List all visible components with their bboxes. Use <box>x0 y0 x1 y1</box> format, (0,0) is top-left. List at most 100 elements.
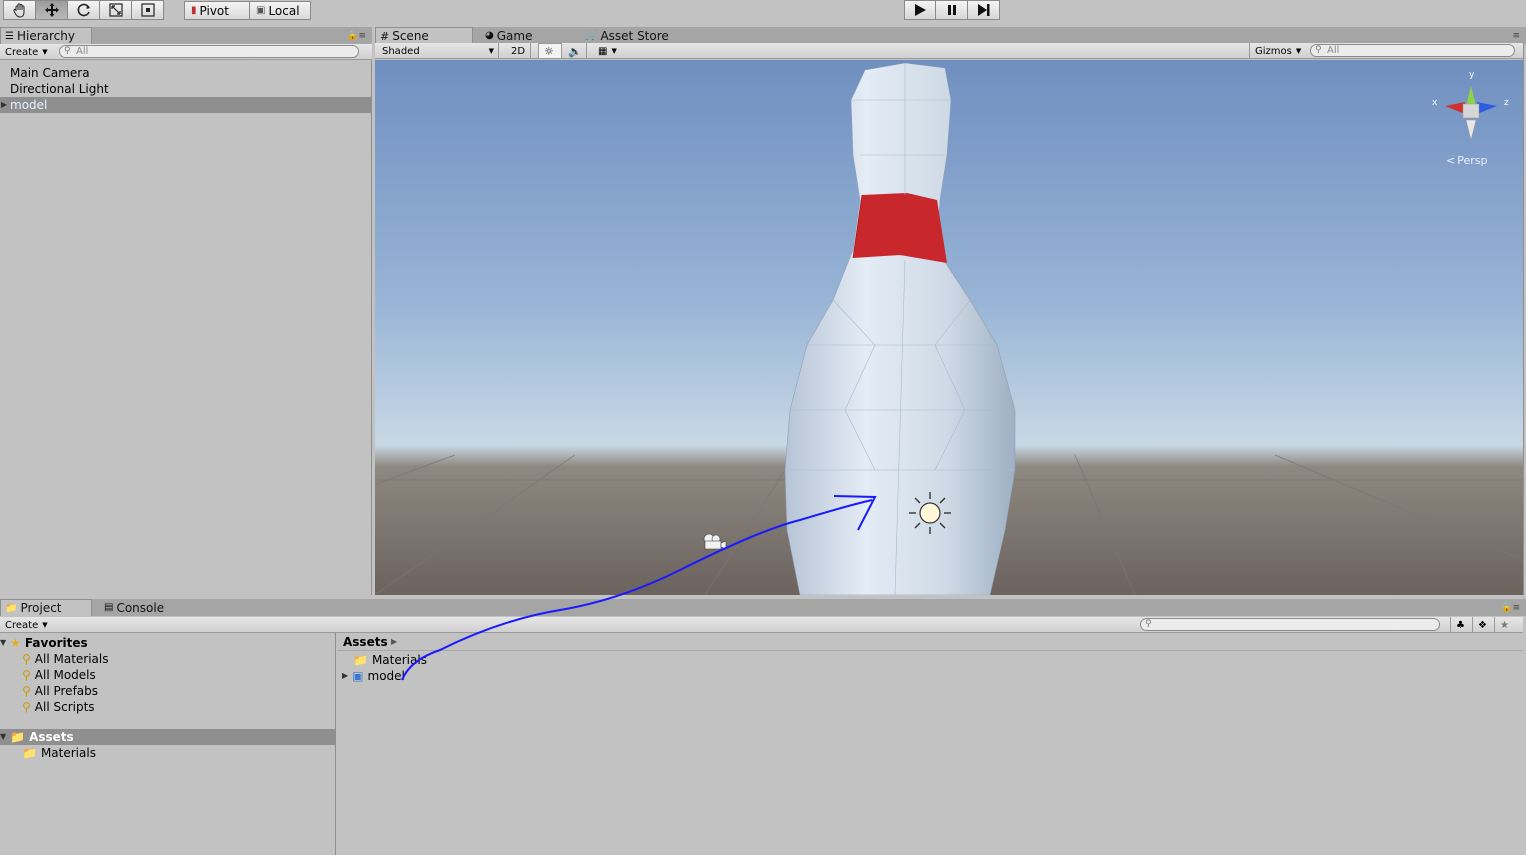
rotate-icon <box>77 3 90 17</box>
collapse-arrow-icon[interactable]: ▼ <box>0 729 6 745</box>
asset-item-materials[interactable]: 📁 Materials <box>353 652 427 668</box>
gizmos-dropdown[interactable]: Gizmos ▼ <box>1249 43 1303 59</box>
favorites-header[interactable]: ▼ ★ Favorites <box>0 635 88 651</box>
favorite-label: All Models <box>34 668 96 682</box>
expand-arrow-icon[interactable]: ▶ <box>1 97 7 113</box>
scene-viewport[interactable]: y x z < Persp <box>375 60 1523 595</box>
rect-tool-button[interactable] <box>131 0 164 20</box>
scene-right-border <box>1523 43 1524 595</box>
project-tabbar: 📁 Project ▤ Console 🔒≡ <box>0 599 1526 616</box>
project-create-dropdown[interactable]: Create ▼ <box>0 617 52 633</box>
hierarchy-search-placeholder: All <box>76 46 89 57</box>
tab-scene[interactable]: # Scene <box>375 27 473 44</box>
console-icon: ▤ <box>104 602 114 613</box>
effects-dropdown[interactable]: ▦ ▼ <box>593 43 625 59</box>
scene-subbar: Shaded ▼ 2D ☼ 🔈 ▦ ▼ Gizmos ▼ ⚲ All <box>375 43 1523 59</box>
breadcrumb-arrow-icon: ▶ <box>391 637 398 646</box>
hierarchy-item-main-camera[interactable]: Main Camera <box>0 65 371 81</box>
favorite-all-prefabs[interactable]: ⚲ All Prefabs <box>22 683 98 699</box>
filter-by-label-button[interactable]: ❖ <box>1472 617 1494 633</box>
pivot-label: Pivot <box>199 3 229 18</box>
hierarchy-search-input[interactable]: ⚲ All <box>59 45 359 58</box>
dropdown-arrow-icon: ▼ <box>1295 47 1302 55</box>
hierarchy-create-dropdown[interactable]: Create ▼ <box>0 44 52 60</box>
persp-label: Persp <box>1457 154 1488 167</box>
pacman-icon: ◕ <box>485 30 494 41</box>
pause-button[interactable] <box>935 0 968 20</box>
local-toggle[interactable]: ▣ Local <box>249 1 311 20</box>
pivot-toggle[interactable]: ▮ Pivot <box>184 1 250 20</box>
tab-asset-store-label: Asset Store <box>600 28 669 43</box>
axis-x-label: x <box>1432 98 1438 108</box>
dropdown-arrow-icon: ▼ <box>611 47 617 55</box>
search-icon: ⚲ <box>1145 619 1152 629</box>
scene-search-input[interactable]: ⚲ All <box>1310 44 1515 57</box>
favorite-all-materials[interactable]: ⚲ All Materials <box>22 651 109 667</box>
main-toolbar: ▮ Pivot ▣ Local <box>0 0 1526 27</box>
move-tool-button[interactable] <box>35 0 68 20</box>
search-icon: ⚲ <box>22 700 31 714</box>
folder-icon: 📁 <box>5 602 18 614</box>
2d-toggle[interactable]: 2D <box>506 43 531 59</box>
project-subbar: Create ▼ ⚲ ♣ ❖ ★ <box>0 617 1523 633</box>
asset-label: model <box>367 669 405 683</box>
project-search-input[interactable]: ⚲ <box>1140 618 1440 631</box>
persp-arrow-icon: < <box>1446 154 1456 167</box>
scene-menu-icon[interactable]: ≡ <box>1512 31 1520 41</box>
search-icon: ⚲ <box>64 46 71 56</box>
shading-mode-label: Shaded <box>382 45 420 57</box>
axis-z-label: z <box>1504 98 1509 108</box>
play-button[interactable] <box>904 0 936 20</box>
tab-game[interactable]: ◕ Game <box>481 27 571 44</box>
breadcrumb-assets[interactable]: Assets <box>343 635 388 649</box>
star-icon: ★ <box>10 636 21 650</box>
hand-icon <box>12 3 24 18</box>
move-arrows-icon <box>44 3 59 17</box>
local-label: Local <box>268 3 300 18</box>
search-icon: ⚲ <box>1315 45 1322 55</box>
panel-menu-icon[interactable]: 🔒≡ <box>347 31 366 41</box>
hierarchy-subbar: Create ▼ ⚲ All <box>0 44 372 60</box>
filter-by-type-button[interactable]: ♣ <box>1450 617 1472 633</box>
gizmos-label: Gizmos <box>1255 45 1292 57</box>
play-icon <box>915 4 926 16</box>
tab-project-label: Project <box>20 601 62 615</box>
tab-console[interactable]: ▤ Console <box>100 599 190 616</box>
project-menu-icon[interactable]: 🔒≡ <box>1501 603 1520 613</box>
folder-label: Materials <box>40 746 96 760</box>
assets-folder-root[interactable]: ▼ 📁 Assets <box>0 729 336 745</box>
tab-hierarchy[interactable]: ☰ Hierarchy <box>0 27 92 44</box>
asset-item-model[interactable]: ▶ ▣ model <box>342 668 405 684</box>
scene-search-placeholder: All <box>1327 45 1340 56</box>
hierarchy-item-model[interactable]: ▶ model <box>0 97 371 113</box>
hierarchy-tabbar: ☰ Hierarchy 🔒≡ <box>0 27 372 44</box>
favorite-all-scripts[interactable]: ⚲ All Scripts <box>22 699 95 715</box>
store-icon: 🛒 <box>585 30 598 41</box>
persp-toggle[interactable]: < Persp <box>1446 154 1487 167</box>
asset-label: Materials <box>371 653 427 667</box>
rotate-tool-button[interactable] <box>67 0 100 20</box>
favorites-label: Favorites <box>24 636 88 650</box>
assets-label: Assets <box>29 730 74 744</box>
project-folder-tree: ▼ ★ Favorites ⚲ All Materials ⚲ All Models… <box>0 633 336 855</box>
dropdown-arrow-icon: ▼ <box>488 47 494 55</box>
grid-icon: # <box>380 29 390 43</box>
folder-materials[interactable]: 📁 Materials <box>22 745 96 761</box>
hierarchy-item-directional-light[interactable]: Directional Light <box>0 81 371 97</box>
tab-game-label: Game <box>496 28 533 43</box>
audio-toggle[interactable]: 🔈 <box>563 43 587 59</box>
collapse-arrow-icon[interactable]: ▼ <box>0 635 6 651</box>
shading-mode-dropdown[interactable]: Shaded ▼ <box>377 43 499 59</box>
lighting-toggle[interactable]: ☼ <box>538 43 562 59</box>
step-button[interactable] <box>967 0 1000 20</box>
model-prefab-icon: ▣ <box>352 669 364 683</box>
tab-asset-store[interactable]: 🛒 Asset Store <box>581 27 681 44</box>
favorite-all-models[interactable]: ⚲ All Models <box>22 667 96 683</box>
favorites-filter-button[interactable]: ★ <box>1494 617 1516 633</box>
expand-arrow-icon[interactable]: ▶ <box>342 668 348 684</box>
folder-icon: 📁 <box>22 746 37 760</box>
step-icon <box>977 4 989 16</box>
hand-tool-button[interactable] <box>3 0 36 20</box>
scale-tool-button[interactable] <box>99 0 132 20</box>
tab-project[interactable]: 📁 Project <box>0 599 92 616</box>
